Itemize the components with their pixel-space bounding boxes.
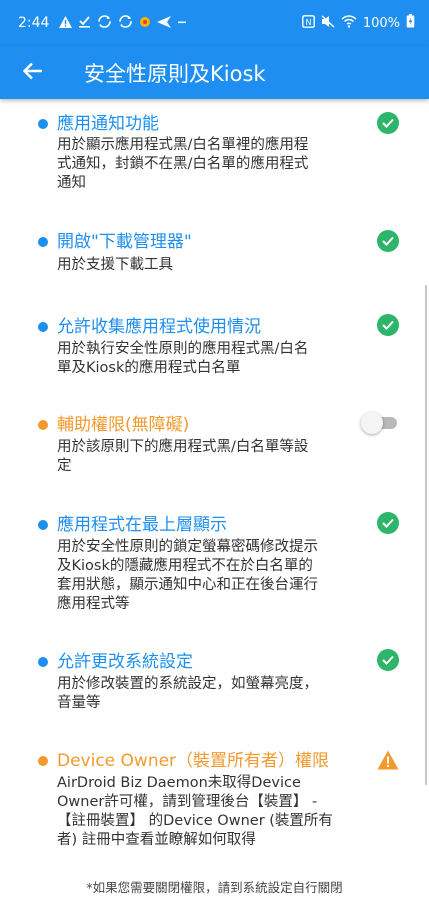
permission-description: AirDroid Biz Daemon未取得Device Owner許可權，請到… bbox=[57, 775, 333, 848]
bullet-icon bbox=[38, 520, 48, 530]
bullet-icon bbox=[38, 657, 48, 667]
warning-icon bbox=[377, 750, 399, 770]
toggle-thumb bbox=[361, 412, 383, 434]
download-done-icon bbox=[78, 15, 91, 31]
permission-list: 應用通知功能 用於顯示應用程式黑/白名單裡的應用程 式通知，封鎖不在黑/白名單的… bbox=[0, 99, 429, 908]
battery-icon bbox=[406, 14, 415, 32]
permission-description: 用於支援下載工具 bbox=[57, 257, 173, 273]
page-title: 安全性原則及Kiosk bbox=[84, 61, 266, 86]
sync-icon bbox=[118, 14, 133, 32]
send-icon bbox=[157, 15, 172, 31]
bullet-icon bbox=[38, 420, 48, 430]
nfc-icon: N bbox=[301, 14, 315, 32]
permission-title: 允許更改系統設定 bbox=[57, 652, 193, 672]
check-circle-icon bbox=[377, 512, 399, 534]
permission-title: 應用通知功能 bbox=[57, 114, 159, 134]
dash-icon bbox=[177, 17, 187, 30]
status-time: 2:44 bbox=[18, 15, 50, 31]
permission-title: 允許收集應用程式使用情況 bbox=[57, 317, 261, 337]
bullet-icon bbox=[38, 322, 48, 332]
permission-title: 開啟"下載管理器" bbox=[57, 232, 192, 252]
app-bar: 安全性原則及Kiosk bbox=[0, 46, 429, 99]
bullet-icon bbox=[38, 756, 48, 766]
permission-description: 用於執行安全性原則的應用程式黑/白名 單及Kiosk的應用程式白名單 bbox=[57, 341, 309, 376]
app-notification-icon bbox=[139, 16, 151, 31]
arrow-back-icon bbox=[22, 62, 43, 84]
permission-title: 應用程式在最上層顯示 bbox=[57, 515, 227, 535]
sync-icon bbox=[97, 14, 112, 32]
battery-level: 100% bbox=[362, 15, 400, 31]
back-button[interactable] bbox=[11, 51, 55, 95]
status-bar: 2:44 N 100% bbox=[0, 0, 429, 46]
permission-description: 用於安全性原則的鎖定螢幕密碼修改提示 及Kiosk的隱藏應用程式不在於白名單的 … bbox=[57, 539, 318, 612]
permission-title: Device Owner（裝置所有者）權限 bbox=[57, 751, 330, 771]
permission-description: 用於修改裝置的系統設定，如螢幕亮度， 音量等 bbox=[57, 676, 318, 711]
scrollbar[interactable] bbox=[425, 285, 427, 785]
check-circle-icon bbox=[377, 649, 399, 671]
accessibility-toggle[interactable] bbox=[361, 412, 399, 434]
permission-title: 輔助權限(無障礙) bbox=[57, 415, 190, 435]
bullet-icon bbox=[38, 119, 48, 129]
check-circle-icon bbox=[377, 314, 399, 336]
svg-text:N: N bbox=[305, 17, 311, 26]
check-circle-icon bbox=[377, 112, 399, 134]
wifi-icon bbox=[341, 14, 357, 32]
check-circle-icon bbox=[377, 230, 399, 252]
permission-description: 用於該原則下的應用程式黑/白名單等設 定 bbox=[57, 439, 309, 474]
footnote: *如果您需要關閉權限，請到系統設定自行關閉 bbox=[86, 880, 343, 895]
permission-description: 用於顯示應用程式黑/白名單裡的應用程 式通知，封鎖不在黑/白名單的應用程式 通知 bbox=[57, 137, 309, 191]
bullet-icon bbox=[38, 237, 48, 247]
mute-icon bbox=[321, 14, 335, 32]
warning-icon bbox=[59, 15, 73, 31]
